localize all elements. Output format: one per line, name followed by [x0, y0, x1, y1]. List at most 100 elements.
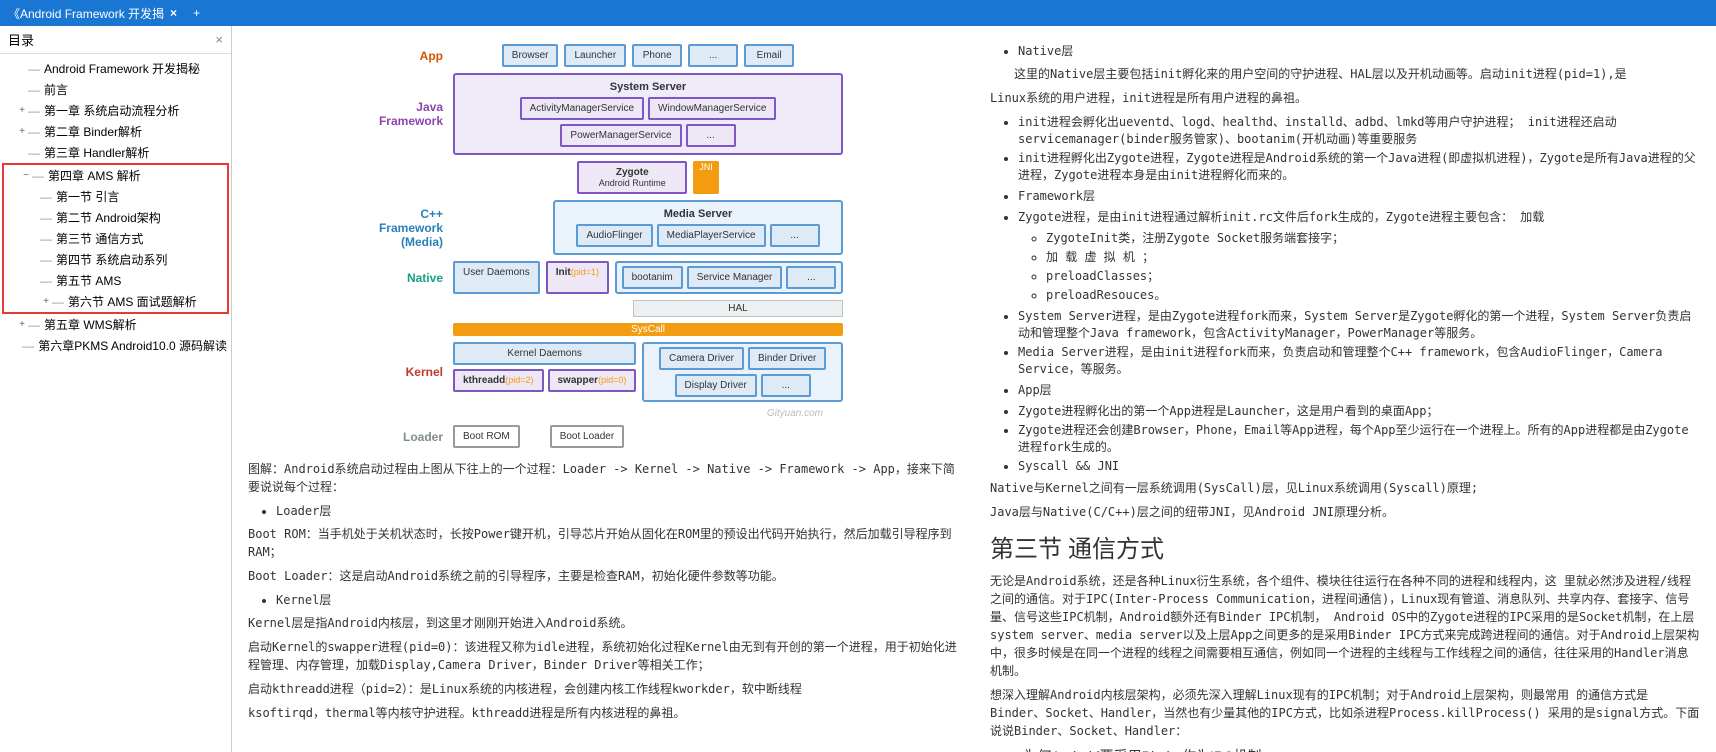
diagram-box: ActivityManagerService: [520, 97, 644, 120]
document-tab[interactable]: 《Android Framework 开发揭 ×: [0, 1, 185, 26]
close-icon[interactable]: ×: [215, 32, 223, 47]
toc-current-chapter: −—第四章 AMS 解析 —第一节 引言 —第二节 Android架构 —第三节…: [2, 163, 229, 314]
list-item: preloadClasses；: [1046, 267, 1700, 284]
media-server-wrap: Media Server AudioFlinger MediaPlayerSer…: [553, 200, 843, 255]
toc-item[interactable]: —Android Framework 开发揭秘: [0, 58, 231, 79]
toc-item[interactable]: —第二节 Android架构: [4, 207, 227, 228]
diagram-box: Display Driver: [675, 374, 757, 397]
list-item: Zygote进程，是由init进程通过解析init.rc文件后fork生成的，Z…: [1018, 208, 1700, 225]
section-heading: Framework层: [1018, 187, 1700, 204]
diagram-box: Service Manager: [687, 266, 783, 289]
layer-label: App: [363, 49, 453, 63]
diagram-box: swapper(pid=0): [548, 369, 637, 392]
close-icon[interactable]: ×: [170, 6, 177, 20]
list-item: init进程孵化出Zygote进程，Zygote进程是Android系统的第一个…: [1018, 149, 1700, 183]
toc-item[interactable]: —第六章PKMS Android10.0 源码解读: [0, 335, 231, 356]
section-heading: Kernel层: [276, 591, 958, 608]
page-left: App Browser Launcher Phone ... Email Jav…: [232, 26, 974, 752]
diagram-box: ...: [786, 266, 836, 289]
document-content: App Browser Launcher Phone ... Email Jav…: [232, 26, 1716, 752]
toc-item[interactable]: +—第一章 系统启动流程分析: [0, 100, 231, 121]
diagram-box: ...: [688, 44, 738, 67]
body-text: 这里的Native层主要包括init孵化来的用户空间的守护进程、HAL层以及开机…: [990, 65, 1700, 83]
diagram-box: Email: [744, 44, 794, 67]
body-text: 无论是Android系统，还是各种Linux衍生系统，各个组件、模块往往运行在各…: [990, 572, 1700, 680]
toc-item[interactable]: —第五节 AMS: [4, 270, 227, 291]
toc-item[interactable]: +—第二章 Binder解析: [0, 121, 231, 142]
diagram-box: Launcher: [564, 44, 626, 67]
toc-item[interactable]: —第三章 Handler解析: [0, 142, 231, 163]
section-title: 第三节 通信方式: [990, 529, 1700, 564]
jni-label: JNI: [693, 161, 719, 194]
toc-tree: —Android Framework 开发揭秘 —前言 +—第一章 系统启动流程…: [0, 54, 231, 360]
diagram-box: MediaPlayerService: [657, 224, 766, 247]
zygote-box: Zygote Android Runtime: [577, 161, 687, 194]
body-text: 想深入理解Android内核层架构，必须先深入理解Linux现有的IPC机制；对…: [990, 686, 1700, 740]
hal-bar: HAL: [633, 300, 843, 317]
body-text: 图解：Android系统启动过程由上图从下往上的一个过程：Loader -> K…: [248, 460, 958, 496]
system-server-wrap: System Server ActivityManagerService Win…: [453, 73, 843, 155]
section-heading: Native层: [1018, 42, 1700, 59]
diagram-box: Binder Driver: [748, 347, 826, 370]
expand-icon[interactable]: +: [16, 126, 28, 137]
expand-icon[interactable]: +: [16, 319, 28, 330]
diagram-box: Boot ROM: [453, 425, 520, 448]
expand-icon[interactable]: +: [40, 296, 52, 307]
subsection-title: 为何Android要采用Binder作为IPC机制: [1023, 746, 1261, 752]
toc-item[interactable]: —第三节 通信方式: [4, 228, 227, 249]
diagram-box: AudioFlinger: [576, 224, 652, 247]
body-text: Boot ROM：当手机处于关机状态时，长按Power键开机，引导芯片开始从固化…: [248, 525, 958, 561]
diagram-box: User Daemons: [453, 261, 540, 294]
section-heading: App层: [1018, 381, 1700, 398]
layer-label: Native: [363, 271, 453, 285]
diagram-box: kthreadd(pid=2): [453, 369, 544, 392]
init-box: Init(pid=1): [546, 261, 609, 294]
add-tab-button[interactable]: +: [185, 2, 208, 24]
list-item: 加 载 虚 拟 机 ；: [1046, 248, 1700, 265]
toc-item[interactable]: +—第六节 AMS 面试题解析: [4, 291, 227, 312]
toc-item[interactable]: —前言: [0, 79, 231, 100]
diagram-box: WindowManagerService: [648, 97, 776, 120]
layer-label: Kernel: [363, 365, 453, 379]
toc-item[interactable]: +—第五章 WMS解析: [0, 314, 231, 335]
toc-item[interactable]: —第四节 系统启动系列: [4, 249, 227, 270]
diagram-box: bootanim: [622, 266, 683, 289]
diagram-box: Browser: [502, 44, 559, 67]
section-heading: Syscall && JNI: [1018, 459, 1700, 473]
list-item: Zygote进程孵化出的第一个App进程是Launcher，这是用户看到的桌面A…: [1018, 402, 1700, 419]
body-text: Linux系统的用户进程，init进程是所有用户进程的鼻祖。: [990, 89, 1700, 107]
list-item: init进程会孵化出ueventd、logd、healthd、installd、…: [1018, 113, 1700, 147]
tab-title: 《Android Framework 开发揭: [8, 5, 164, 22]
tab-bar: 《Android Framework 开发揭 × +: [0, 0, 1716, 26]
expand-icon[interactable]: +: [16, 105, 28, 116]
diagram-box: Camera Driver: [659, 347, 744, 370]
collapse-icon[interactable]: −: [20, 170, 32, 181]
list-item: Zygote进程还会创建Browser，Phone，Email等App进程，每个…: [1018, 421, 1700, 455]
list-item: ZygoteInit类，注册Zygote Socket服务端套接字；: [1046, 229, 1700, 246]
syscall-bar: SysCall: [453, 323, 843, 336]
body-text: Native与Kernel之间有一层系统调用(SysCall)层，见Linux系…: [990, 479, 1700, 497]
diagram-box: ...: [761, 374, 811, 397]
list-item: System Server进程，是由Zygote进程fork而来，System …: [1018, 307, 1700, 341]
body-text: 启动kthreadd进程（pid=2）：是Linux系统的内核进程，会创建内核工…: [248, 680, 958, 698]
list-item: Media Server进程，是由init进程fork而来，负责启动和管理整个C…: [1018, 343, 1700, 377]
toc-sidebar: 目录 × —Android Framework 开发揭秘 —前言 +—第一章 系…: [0, 26, 232, 752]
body-text: 启动Kernel的swapper进程(pid=0)：该进程又称为idle进程，系…: [248, 638, 958, 674]
diagram-box: ...: [770, 224, 820, 247]
section-heading: Loader层: [276, 502, 958, 519]
layer-label: Java Framework: [363, 100, 453, 128]
body-text: Boot Loader：这是启动Android系统之前的引导程序，主要是检查RA…: [248, 567, 958, 585]
list-item: preloadResouces。: [1046, 286, 1700, 303]
diagram-box: ...: [686, 124, 736, 147]
body-text: Kernel层是指Android内核层，到这里才刚刚开始进入Android系统。: [248, 614, 958, 632]
toc-title: 目录: [8, 30, 34, 49]
diagram-box: Boot Loader: [550, 425, 625, 448]
diagram-box: PowerManagerService: [560, 124, 681, 147]
body-text: ksoftirqd，thermal等内核守护进程。kthreadd进程是所有内核…: [248, 704, 958, 722]
watermark: Gityuan.com: [363, 408, 823, 419]
toc-item[interactable]: —第一节 引言: [4, 186, 227, 207]
page-right: Native层 这里的Native层主要包括init孵化来的用户空间的守护进程、…: [974, 26, 1716, 752]
body-text: Java层与Native(C/C++)层之间的纽带JNI，见Android JN…: [990, 503, 1700, 521]
layer-label: C++ Framework (Media): [363, 207, 453, 249]
toc-item[interactable]: −—第四章 AMS 解析: [4, 165, 227, 186]
